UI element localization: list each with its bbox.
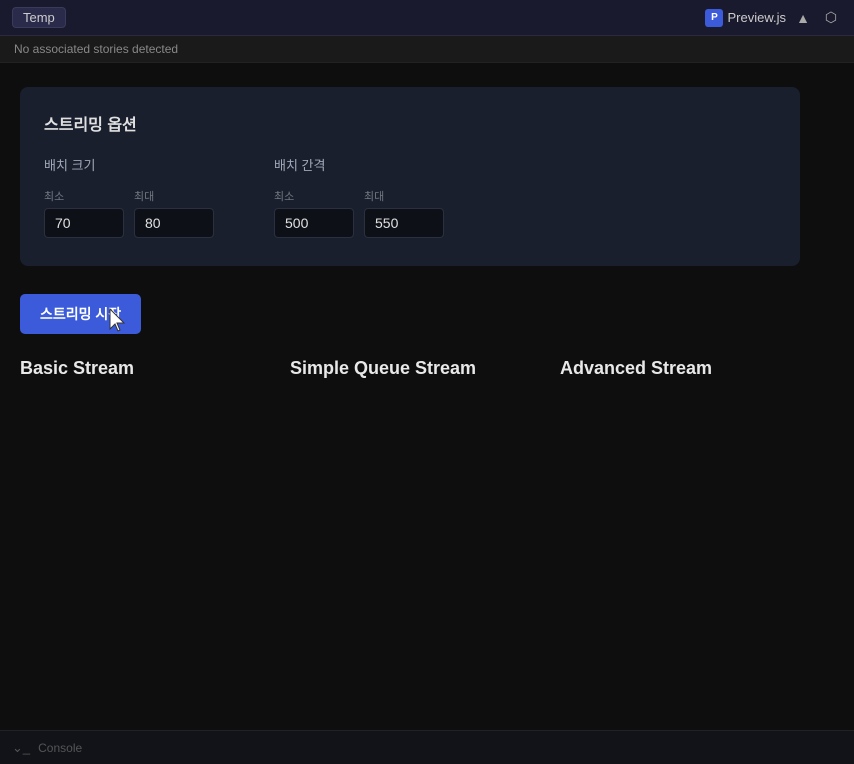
preview-logo-text: Preview.js [727,10,786,25]
top-bar-right: P Preview.js ▲ ⬡ [705,7,842,29]
batch-interval-min-input[interactable] [274,208,354,238]
card-title: 스트리밍 옵션 [44,111,776,135]
console-bar: ⌄_ Console [0,730,854,764]
start-streaming-button[interactable]: 스트리밍 시작 [20,294,141,334]
preview-logo-icon: P [705,9,723,27]
batch-size-min-label: 최소 [44,188,124,204]
batch-size-title: 배치 크기 [44,155,214,174]
top-bar-left: Temp [12,7,66,28]
batch-size-max-label: 최대 [134,188,214,204]
preview-logo: P Preview.js [705,9,786,27]
temp-badge: Temp [12,7,66,28]
console-label: Console [38,741,82,755]
batch-interval-min-group: 최소 [274,188,354,238]
notice-bar: No associated stories detected [0,36,854,63]
console-icon: ⌄_ [12,740,30,756]
batch-interval-group: 배치 간격 최소 최대 [274,155,444,238]
batch-interval-min-label: 최소 [274,188,354,204]
batch-size-max-input[interactable] [134,208,214,238]
batch-size-max-group: 최대 [134,188,214,238]
simple-queue-stream-label: Simple Queue Stream [290,358,560,379]
basic-stream-label: Basic Stream [20,358,290,379]
expand-button[interactable]: ▲ [792,7,814,29]
batch-interval-max-input[interactable] [364,208,444,238]
main-content: 스트리밍 옵션 배치 크기 최소 최대 배치 간격 [0,63,854,403]
notice-text: No associated stories detected [14,42,178,56]
batch-interval-max-label: 최대 [364,188,444,204]
batch-interval-max-group: 최대 [364,188,444,238]
top-bar: Temp P Preview.js ▲ ⬡ [0,0,854,36]
batch-size-min-input[interactable] [44,208,124,238]
stream-options-card: 스트리밍 옵션 배치 크기 최소 최대 배치 간격 [20,87,800,266]
batch-size-group: 배치 크기 최소 최대 [44,155,214,238]
batch-size-inputs: 최소 최대 [44,188,214,238]
options-row: 배치 크기 최소 최대 배치 간격 최소 [44,155,776,238]
advanced-stream-label: Advanced Stream [560,358,830,379]
external-link-button[interactable]: ⬡ [820,7,842,29]
batch-interval-inputs: 최소 최대 [274,188,444,238]
batch-size-min-group: 최소 [44,188,124,238]
batch-interval-title: 배치 간격 [274,155,444,174]
stream-types-row: Basic Stream Simple Queue Stream Advance… [20,358,834,379]
